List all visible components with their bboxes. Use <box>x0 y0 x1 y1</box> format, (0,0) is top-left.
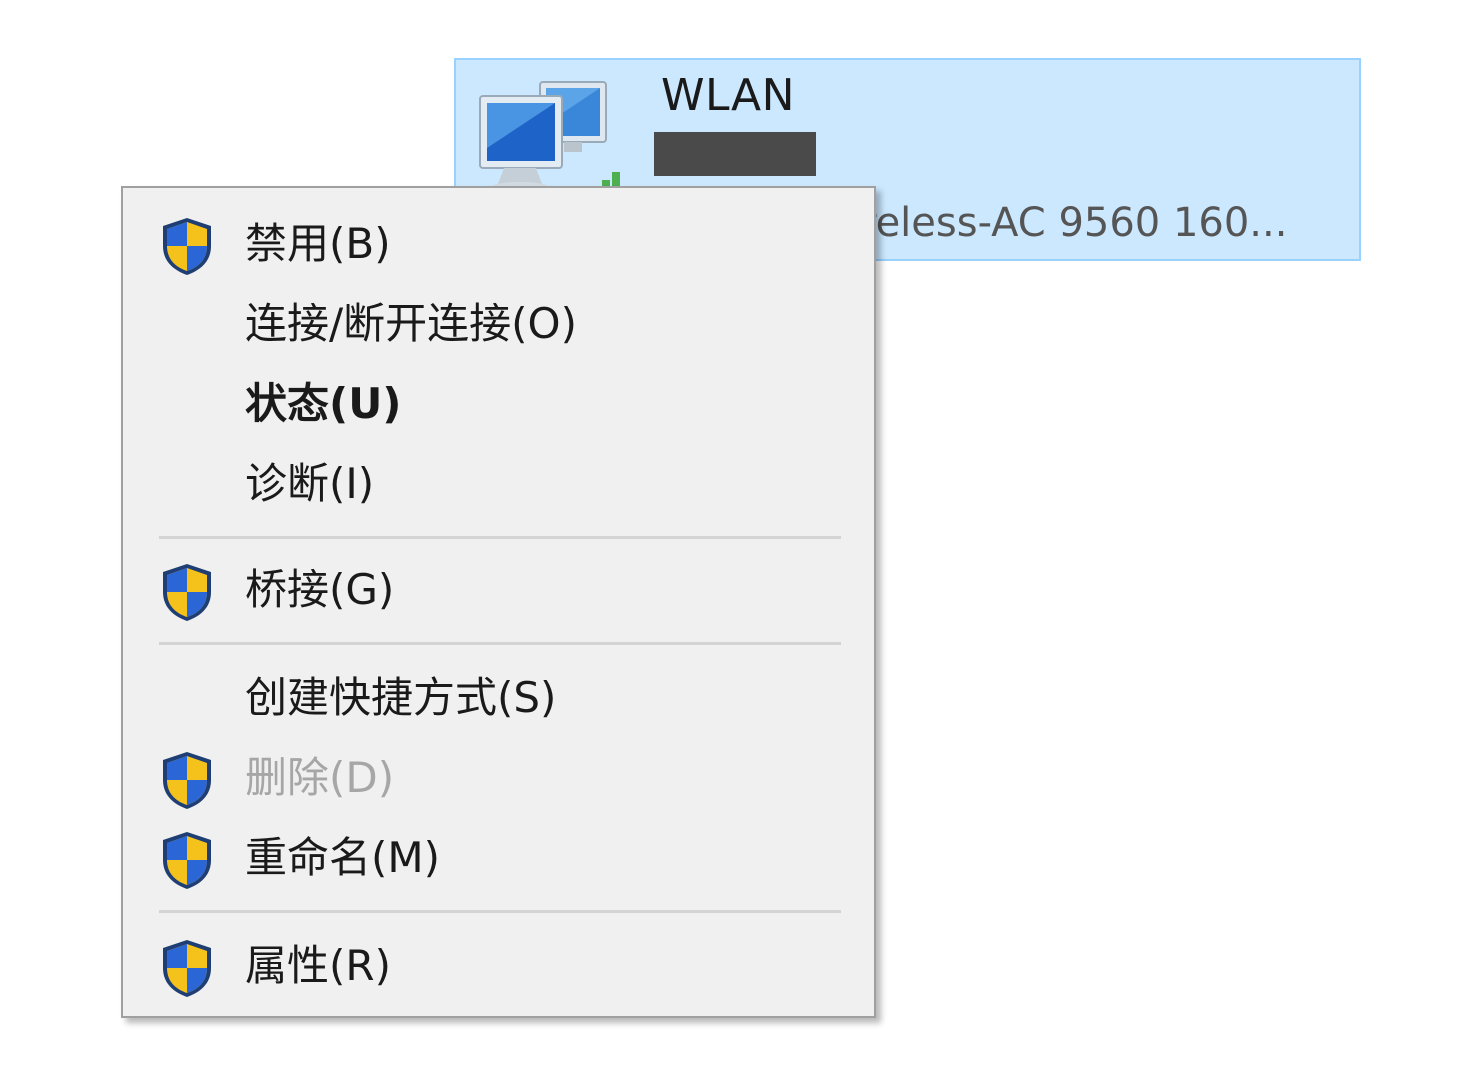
menu-item-label: 重命名(M) <box>245 833 441 882</box>
menu-item-label: 诊断(I) <box>245 459 375 508</box>
menu-item-delete: 删除(D) <box>123 738 874 818</box>
menu-item-label: 删除(D) <box>245 753 395 802</box>
network-connections-view: WLAN reless-AC 9560 160... 禁用(B) 连接/断开连接… <box>0 0 1459 1068</box>
menu-separator <box>159 910 841 913</box>
adapter-name: WLAN <box>661 70 796 121</box>
uac-shield-icon <box>163 564 211 621</box>
menu-separator <box>159 642 841 645</box>
menu-item-label: 桥接(G) <box>245 565 395 614</box>
menu-item-create-shortcut[interactable]: 创建快捷方式(S) <box>123 658 874 738</box>
menu-item-label: 创建快捷方式(S) <box>245 673 557 722</box>
uac-shield-icon <box>163 832 211 889</box>
menu-item-label: 属性(R) <box>245 941 391 990</box>
menu-item-disable[interactable]: 禁用(B) <box>123 204 874 284</box>
uac-shield-icon <box>163 218 211 275</box>
uac-shield-icon <box>163 752 211 809</box>
menu-item-properties[interactable]: 属性(R) <box>123 926 874 1006</box>
menu-item-bridge[interactable]: 桥接(G) <box>123 550 874 630</box>
menu-item-label: 状态(U) <box>245 379 402 428</box>
adapter-status-redacted <box>654 132 816 176</box>
menu-item-rename[interactable]: 重命名(M) <box>123 818 874 898</box>
adapter-context-menu: 禁用(B) 连接/断开连接(O) 状态(U) 诊断(I) 桥接(G) 创建快捷方… <box>121 186 876 1018</box>
menu-item-label: 禁用(B) <box>245 219 391 268</box>
menu-item-label: 连接/断开连接(O) <box>245 299 577 348</box>
menu-item-connect-disconnect[interactable]: 连接/断开连接(O) <box>123 284 874 364</box>
adapter-device-name: reless-AC 9560 160... <box>860 200 1288 246</box>
uac-shield-icon <box>163 940 211 997</box>
menu-separator <box>159 536 841 539</box>
menu-item-status[interactable]: 状态(U) <box>123 364 874 444</box>
menu-item-diagnose[interactable]: 诊断(I) <box>123 444 874 524</box>
